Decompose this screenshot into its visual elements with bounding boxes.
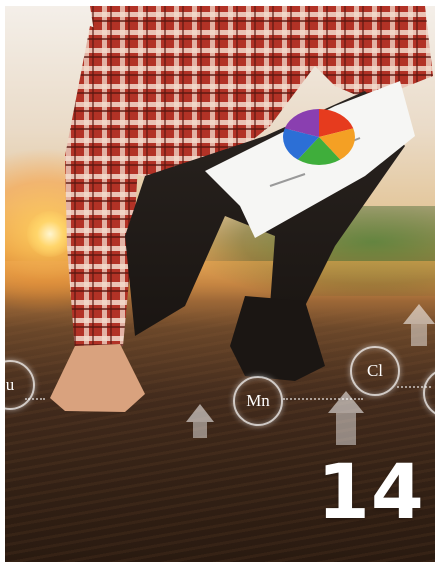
up-arrow-icon <box>328 391 364 413</box>
up-arrow-stem <box>336 413 356 445</box>
up-arrow-stem <box>193 422 207 438</box>
element-circle-mn: Mn <box>233 376 283 426</box>
element-symbol-mn: Mn <box>246 391 270 410</box>
up-arrow-icon <box>403 304 435 324</box>
up-arrow-stem <box>411 324 427 346</box>
element-symbol-cl: Cl <box>366 361 384 380</box>
element-circle-cl: Cl <box>350 346 400 396</box>
page-number: 14 <box>317 447 425 536</box>
up-arrow-icon <box>186 404 214 422</box>
pie-chart-graphic <box>283 109 355 165</box>
element-symbol-u: u <box>5 375 15 394</box>
farmer-soil-photo: u Mn Cl 14 <box>5 6 435 562</box>
